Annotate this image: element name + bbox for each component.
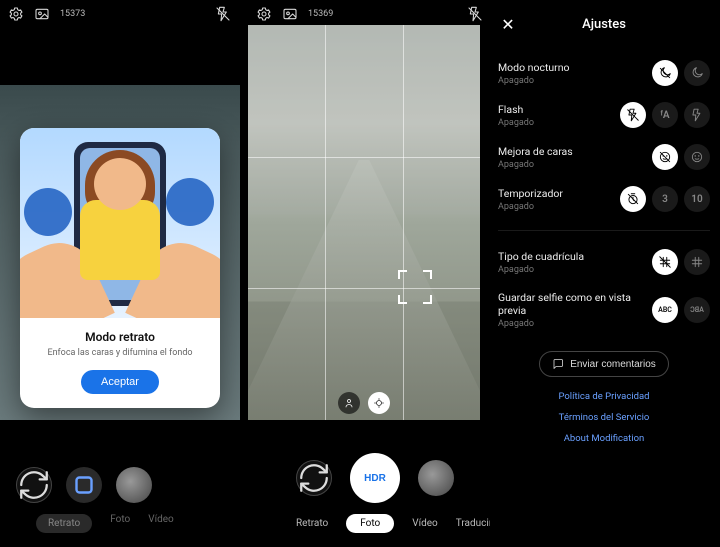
setting-label: Mejora de caras xyxy=(498,145,573,158)
setting-flash: Flash Apagado ᶠA xyxy=(498,94,710,136)
flash-on-option[interactable] xyxy=(684,102,710,128)
mode-foto[interactable]: Foto xyxy=(346,514,394,533)
setting-label: Guardar selfie como en vista previa xyxy=(498,291,652,317)
face-off-option[interactable] xyxy=(652,144,678,170)
shutter-hdr-label: HDR xyxy=(364,473,386,484)
modal-subtitle: Enfoca las caras y difumina el fondo xyxy=(34,348,206,358)
gear-icon[interactable] xyxy=(256,6,272,22)
setting-label: Tipo de cuadrícula xyxy=(498,250,584,263)
divider xyxy=(498,230,710,231)
shot-count-right: 15369 xyxy=(308,9,333,19)
face-on-option[interactable] xyxy=(684,144,710,170)
mode-video[interactable]: Vídeo xyxy=(412,518,438,529)
privacy-link[interactable]: Política de Privacidad xyxy=(558,391,649,402)
settings-panel: ✕ Ajustes Modo nocturno Apagado Flash Ap… xyxy=(490,0,720,547)
viewfinder-photo[interactable] xyxy=(248,25,480,420)
setting-selfie-mirror: Guardar selfie como en vista previa Apag… xyxy=(498,283,710,337)
timer-off-option[interactable] xyxy=(620,186,646,212)
scene-suggestion-badge[interactable] xyxy=(368,392,390,414)
mode-retrato[interactable]: Retrato xyxy=(296,518,328,529)
portrait-intro-modal: Modo retrato Enfoca las caras y difumina… xyxy=(20,128,220,408)
gear-icon[interactable] xyxy=(8,6,24,22)
gallery-right-icon[interactable] xyxy=(282,6,298,22)
feedback-label: Enviar comentarios xyxy=(570,359,656,370)
setting-status: Apagado xyxy=(498,76,570,86)
portrait-illustration xyxy=(20,128,220,318)
selfie-normal-option[interactable]: ABC xyxy=(652,297,678,323)
setting-label: Modo nocturno xyxy=(498,61,570,74)
selfie-mirrored-option[interactable]: ABC xyxy=(684,297,710,323)
setting-status: Apagado xyxy=(498,319,652,329)
setting-status: Apagado xyxy=(498,265,584,275)
mode-retrato-left[interactable]: Retrato xyxy=(36,514,92,533)
shutter-button[interactable]: HDR xyxy=(350,453,400,503)
night-off-option[interactable] xyxy=(652,60,678,86)
setting-night-mode: Modo nocturno Apagado xyxy=(498,52,710,94)
about-link[interactable]: About Modification xyxy=(564,433,645,444)
grid-off-option[interactable] xyxy=(652,249,678,275)
gallery-left-icon[interactable] xyxy=(34,6,50,22)
grid-3x3-option[interactable] xyxy=(684,249,710,275)
setting-grid-type: Tipo de cuadrícula Apagado xyxy=(498,241,710,283)
accept-button[interactable]: Aceptar xyxy=(81,370,159,394)
setting-face-retouch: Mejora de caras Apagado xyxy=(498,136,710,178)
mode-foto-left[interactable]: Foto xyxy=(110,514,130,533)
mode-video-left[interactable]: Vídeo xyxy=(148,514,174,533)
scene-person-icon[interactable] xyxy=(338,392,360,414)
gallery-thumbnail-left[interactable] xyxy=(116,467,152,503)
send-feedback-button[interactable]: Enviar comentarios xyxy=(539,351,669,377)
camera-switch-button[interactable] xyxy=(296,460,332,496)
night-on-option[interactable] xyxy=(684,60,710,86)
flash-off-icon[interactable] xyxy=(215,6,231,22)
setting-status: Apagado xyxy=(498,160,573,170)
flash-auto-option[interactable]: ᶠA xyxy=(652,102,678,128)
setting-status: Apagado xyxy=(498,202,563,212)
setting-status: Apagado xyxy=(498,118,534,128)
settings-title: Ajustes xyxy=(518,17,710,32)
setting-label: Flash xyxy=(498,103,534,116)
camera-switch-button[interactable] xyxy=(16,467,52,503)
terms-link[interactable]: Términos del Servicio xyxy=(559,412,650,423)
shot-count-left: 15373 xyxy=(60,9,85,19)
timer-3s-option[interactable]: 3 xyxy=(652,186,678,212)
flash-off-option[interactable] xyxy=(620,102,646,128)
focus-reticle[interactable] xyxy=(398,270,432,304)
timer-10s-option[interactable]: 10 xyxy=(684,186,710,212)
shutter-portrait-button[interactable] xyxy=(66,467,102,503)
setting-label: Temporizador xyxy=(498,187,563,200)
gallery-thumbnail-center[interactable] xyxy=(418,460,454,496)
mode-traducir[interactable]: Traducir xyxy=(456,518,492,529)
modal-title: Modo retrato xyxy=(34,330,206,344)
flash-off-icon[interactable] xyxy=(467,6,483,22)
setting-timer: Temporizador Apagado 3 10 xyxy=(498,178,710,220)
close-icon[interactable]: ✕ xyxy=(498,14,518,34)
